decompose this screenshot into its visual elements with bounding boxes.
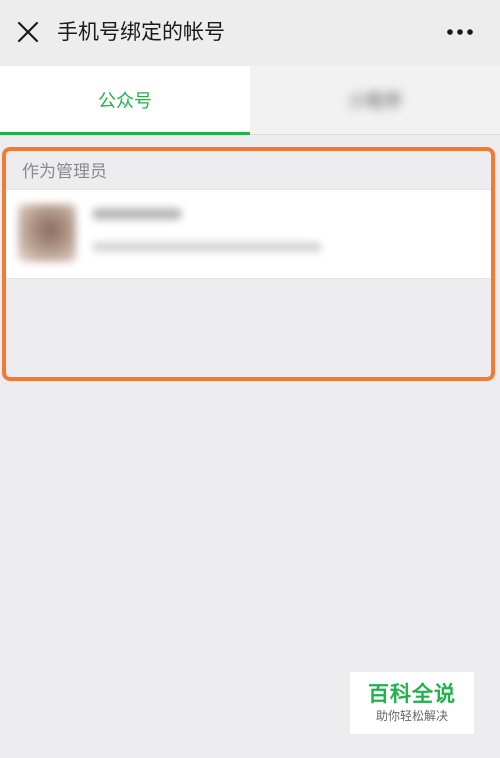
close-icon: [17, 21, 39, 43]
more-icon: [447, 29, 473, 35]
tab-official-accounts[interactable]: 公众号: [0, 66, 250, 135]
tab-label: 小程序: [348, 91, 402, 112]
section-label: 作为管理员: [22, 162, 107, 182]
account-row[interactable]: [6, 189, 491, 279]
account-name-redacted: [92, 208, 182, 220]
more-button[interactable]: [440, 16, 480, 48]
tab-mini-programs[interactable]: 小程序: [250, 66, 500, 134]
page-title: 手机号绑定的帐号: [57, 20, 225, 44]
top-bar: 手机号绑定的帐号: [0, 0, 500, 66]
tab-label: 公众号: [98, 91, 152, 112]
close-button[interactable]: [12, 16, 44, 48]
tab-bar: 公众号 小程序: [0, 66, 500, 135]
avatar: [18, 204, 76, 262]
watermark-subtitle: 助你轻松解决: [375, 709, 448, 723]
watermark-title: 百科全说: [368, 682, 456, 706]
admin-section: 作为管理员: [2, 147, 495, 381]
account-description-redacted: [92, 242, 322, 252]
watermark-badge: 百科全说 助你轻松解决: [350, 672, 474, 734]
